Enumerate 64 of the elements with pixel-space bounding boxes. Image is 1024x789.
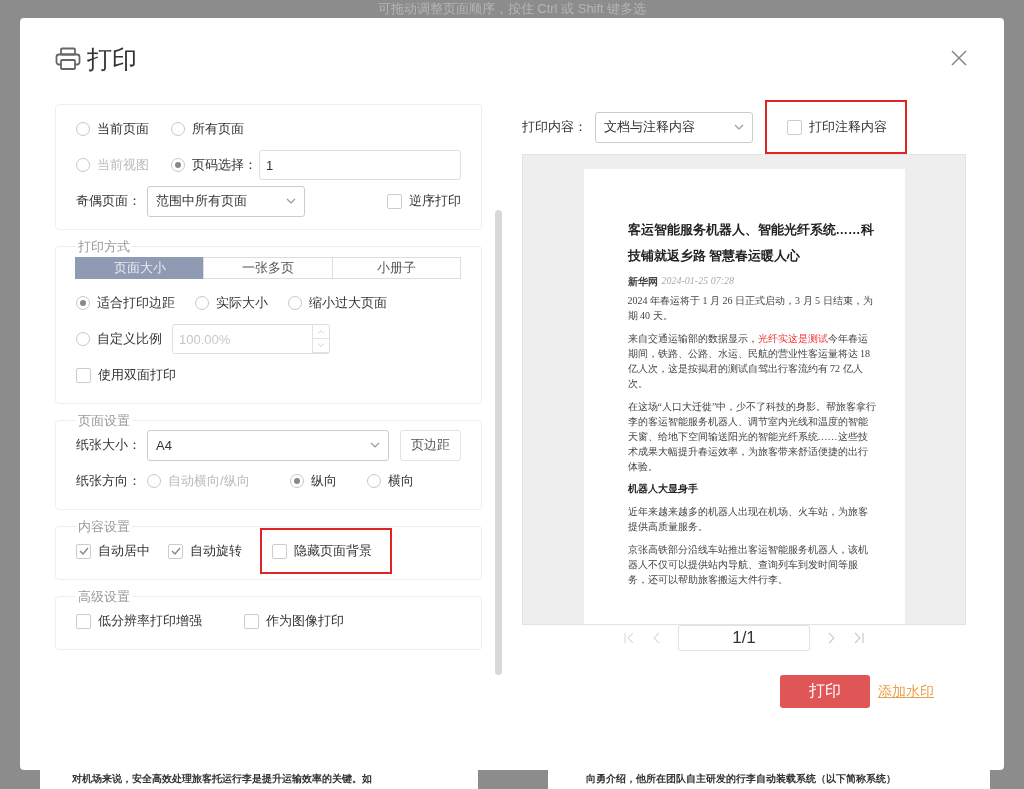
option-label: 页码选择： xyxy=(192,156,257,174)
field-label: 纸张方向： xyxy=(76,472,141,490)
background-page: 对机场来说，安全高效处理旅客托运行李是提升运输效率的关键。如 xyxy=(40,770,478,789)
option-label: 横向 xyxy=(387,472,414,490)
document-paragraph: 近年来越来越多的机器人出现在机场、火车站，为旅客提供高质量服务。 xyxy=(627,505,869,534)
option-label: 自动旋转 xyxy=(190,542,242,560)
field-label: 奇偶页面： xyxy=(76,192,141,210)
option-label: 自定义比例 xyxy=(97,330,162,348)
page-indicator-field[interactable]: 1/1 xyxy=(678,625,810,651)
option-label: 纵向 xyxy=(310,472,337,490)
document-paragraph: 2024 年春运将于 1 月 26 日正式启动，3 月 5 日结束，为期 40 天。 xyxy=(627,294,874,323)
margins-button[interactable]: 页边距 xyxy=(400,429,461,461)
chevron-down-icon xyxy=(370,442,380,448)
chevron-down-icon xyxy=(286,198,296,204)
tab[interactable]: 一张多页 xyxy=(203,257,333,279)
printer-icon xyxy=(55,47,81,71)
background-page: 向勇介绍，他所在团队自主研发的行李自动装载系统（以下简称系统） xyxy=(548,770,990,789)
option-label: 自动居中 xyxy=(98,542,150,560)
last-page-icon[interactable] xyxy=(852,631,866,645)
option-label: 实际大小 xyxy=(216,294,268,312)
section-title: 页面设置 xyxy=(76,412,132,430)
document-heading: 机器人大显身手 xyxy=(627,482,699,496)
option-label: 逆序打印 xyxy=(409,192,461,210)
option-label: 适合打印边距 xyxy=(97,294,175,312)
checkbox[interactable] xyxy=(76,367,91,383)
page-parity-dropdown[interactable]: 范围中所有页面 xyxy=(147,185,305,217)
document-date: 2024-01-25 07:28 xyxy=(661,275,734,288)
option-label: 低分辨率打印增强 xyxy=(98,612,202,630)
dialog-title: 打印 xyxy=(87,43,137,75)
field-label: 打印内容： xyxy=(522,118,587,136)
option-label: 所有页面 xyxy=(192,120,244,138)
first-page-icon[interactable] xyxy=(622,631,636,645)
checkbox[interactable] xyxy=(387,193,402,209)
tab[interactable]: 小册子 xyxy=(331,257,461,279)
option-label: 作为图像打印 xyxy=(266,612,344,630)
checkbox[interactable] xyxy=(76,543,91,559)
checkbox[interactable] xyxy=(244,613,259,629)
checkbox[interactable] xyxy=(168,543,183,559)
option-label: 使用双面打印 xyxy=(98,366,176,384)
checkbox[interactable] xyxy=(76,613,91,629)
page-number-field[interactable]: 1 xyxy=(259,150,461,180)
print-button[interactable]: 打印 xyxy=(780,675,870,708)
document-title: 客运智能服务机器人、智能光纤系统……科技铺就返乡路 智慧春运暖人心 xyxy=(627,221,875,265)
section-title: 打印方式 xyxy=(76,238,132,256)
document-source: 新华网 xyxy=(627,275,658,289)
document-paragraph: 在这场“人口大迁徙”中，少不了科技的身影。帮旅客拿行李的客运智能服务机器人、调节室内光线和温度的智能天窗、给地下空间输送阳光的智能光纤系统……这些技术成果大幅提升春运效率，为旅客带来舒适便捷的出行体验。 xyxy=(627,400,877,474)
paper-size-dropdown[interactable]: A4 xyxy=(147,429,389,461)
close-icon xyxy=(951,49,967,66)
field-label: 纸张大小： xyxy=(76,436,141,454)
document-paragraph: 京张高铁部分沿线车站推出客运智能服务机器人，该机器人不仅可以提供站内导航、查询列车到发时间等服务，还可以帮助旅客搬运大件行李。 xyxy=(627,543,869,587)
chevron-down-icon xyxy=(734,124,744,130)
option-label: 缩小过大页面 xyxy=(309,294,387,312)
option-label: 隐藏页面背景 xyxy=(294,542,372,560)
section-title: 内容设置 xyxy=(76,518,132,536)
document-paragraph: 来自交通运输部的数据显示，光纤实这是测试今年春运期间，铁路、公路、水运、民航的营业性客运量将达 18 亿人次，这是按揭君的测试自驾出行客流约有 72 亿人次。 xyxy=(627,332,871,391)
checkbox[interactable] xyxy=(272,543,287,559)
option-label: 当前视图 xyxy=(97,156,149,174)
option-label: 当前页面 xyxy=(97,120,149,138)
scrollbar[interactable] xyxy=(495,210,502,675)
option-label: 打印注释内容 xyxy=(809,118,887,136)
option-label: 自动横向/纵向 xyxy=(168,472,250,490)
print-content-dropdown[interactable]: 文档与注释内容 xyxy=(595,111,753,143)
section-title: 高级设置 xyxy=(76,588,132,606)
checkbox[interactable] xyxy=(787,119,802,135)
